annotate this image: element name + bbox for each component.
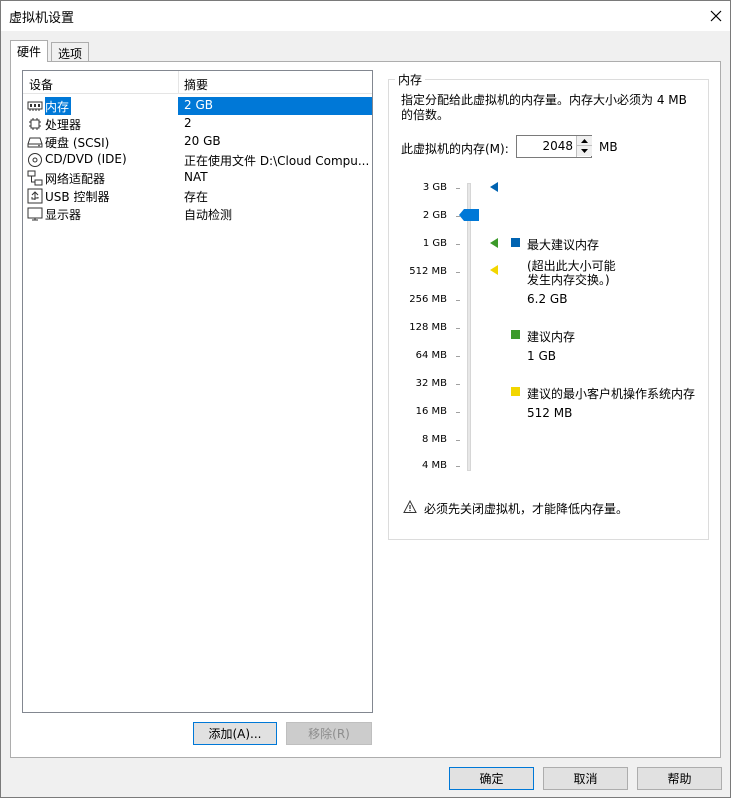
device-summary: 2 (184, 116, 192, 130)
tick-mark (456, 384, 460, 385)
tick-mark (456, 188, 460, 189)
spin-up-button[interactable] (577, 136, 592, 146)
device-summary: 存在 (184, 190, 209, 204)
ok-button[interactable]: 确定 (449, 767, 534, 790)
guest-min-marker-icon (490, 265, 498, 275)
device-name: 处理器 (45, 118, 82, 132)
device-row-memory[interactable]: 内存 2 GB (23, 97, 372, 115)
spin-down-button[interactable] (577, 146, 592, 156)
device-summary: 2 GB (178, 97, 372, 115)
device-row-processor[interactable]: 处理器 2 (23, 115, 372, 133)
help-button[interactable]: 帮助 (637, 767, 722, 790)
memory-slider-thumb[interactable] (459, 209, 479, 221)
memory-icon (27, 101, 43, 111)
max-recommended-label: 最大建议内存 (527, 238, 600, 252)
cd-dvd-icon (28, 153, 42, 167)
max-recommended-note-line2: 发生内存交换。) (527, 273, 610, 287)
device-name: USB 控制器 (45, 190, 110, 204)
spin-buttons (576, 136, 592, 157)
device-row-network-adapter[interactable]: 网络适配器 NAT (23, 169, 372, 187)
tick-label: 8 MB (421, 434, 447, 445)
cancel-button[interactable]: 取消 (543, 767, 628, 790)
memory-unit-label: MB (599, 140, 618, 154)
network-adapter-icon (27, 170, 43, 186)
column-header-summary[interactable]: 摘要 (178, 71, 208, 93)
device-row-display[interactable]: 显示器 自动检测 (23, 205, 372, 223)
processor-icon (29, 118, 41, 130)
guest-min-swatch (511, 387, 520, 396)
device-summary: 20 GB (184, 134, 221, 148)
chevron-up-icon (581, 138, 588, 143)
memory-info-text: 指定分配给此虚拟机的内存量。内存大小必须为 4 MB 的倍数。 (401, 93, 701, 123)
device-summary: 正在使用文件 D:\Cloud Compu... (184, 154, 370, 168)
recommended-marker-icon (490, 238, 498, 248)
tick-mark (456, 412, 460, 413)
tick-label: 1 GB (422, 238, 447, 249)
add-button[interactable]: 添加(A)... (193, 722, 277, 745)
tick-label: 3 GB (422, 182, 447, 193)
device-name: 显示器 (45, 208, 82, 222)
tick-mark (456, 466, 460, 467)
tick-label: 64 MB (415, 350, 447, 361)
recommended-label: 建议内存 (527, 330, 576, 344)
tick-mark (456, 272, 460, 273)
memory-spinbox[interactable]: 2048 (516, 135, 592, 158)
hard-disk-icon (27, 137, 43, 148)
memory-slider-track[interactable] (467, 183, 471, 471)
device-name: CD/DVD (IDE) (45, 152, 127, 166)
close-button[interactable] (700, 0, 731, 31)
device-row-hard-disk[interactable]: 硬盘 (SCSI) 20 GB (23, 133, 372, 151)
tab-options[interactable]: 选项 (51, 42, 90, 61)
device-name: 内存 (45, 97, 72, 115)
memory-warning-text: 必须先关闭虚拟机，才能降低内存量。 (424, 502, 629, 516)
tab-hardware[interactable]: 硬件 (10, 40, 49, 62)
guest-min-value: 512 MB (527, 406, 573, 420)
tick-mark (456, 440, 460, 441)
tick-mark (456, 300, 460, 301)
max-recommended-value: 6.2 GB (527, 292, 568, 306)
memory-input[interactable]: 2048 (517, 136, 575, 157)
device-name: 网络适配器 (45, 172, 106, 186)
tick-label: 256 MB (409, 294, 447, 305)
usb-controller-icon (27, 188, 43, 204)
column-header-device[interactable]: 设备 (23, 71, 53, 93)
recommended-value: 1 GB (527, 349, 556, 363)
device-summary: 自动检测 (184, 208, 233, 222)
warning-icon (403, 500, 417, 513)
window-title: 虚拟机设置 (9, 11, 75, 26)
display-icon (27, 207, 43, 221)
tick-label: 4 MB (421, 460, 447, 471)
tick-mark (456, 244, 460, 245)
memory-info-line2: 的倍数。 (401, 108, 450, 122)
device-row-cd-dvd[interactable]: CD/DVD (IDE) 正在使用文件 D:\Cloud Compu... (23, 151, 372, 169)
title-bar: 虚拟机设置 (0, 0, 731, 31)
tick-mark (456, 356, 460, 357)
tick-label: 16 MB (415, 406, 447, 417)
tick-label: 2 GB (422, 210, 447, 221)
memory-input-label: 此虚拟机的内存(M): (401, 142, 509, 156)
device-list-header: 设备 摘要 (23, 71, 372, 94)
memory-info-line1: 指定分配给此虚拟机的内存量。内存大小必须为 4 MB (401, 93, 687, 107)
recommended-swatch (511, 330, 520, 339)
guest-min-label: 建议的最小客户机操作系统内存 (527, 387, 696, 401)
tick-label: 512 MB (409, 266, 447, 277)
device-name: 硬盘 (SCSI) (45, 136, 110, 150)
remove-button: 移除(R) (286, 722, 372, 745)
memory-group-title: 内存 (395, 71, 426, 88)
device-row-usb-controller[interactable]: USB 控制器 存在 (23, 187, 372, 205)
tick-label: 32 MB (415, 378, 447, 389)
chevron-down-icon (581, 149, 588, 153)
tick-label: 128 MB (409, 322, 447, 333)
close-icon (710, 10, 721, 21)
tick-mark (456, 328, 460, 329)
max-recommended-swatch (511, 238, 520, 247)
max-recommended-marker-icon (490, 182, 498, 192)
device-summary: NAT (184, 170, 208, 184)
